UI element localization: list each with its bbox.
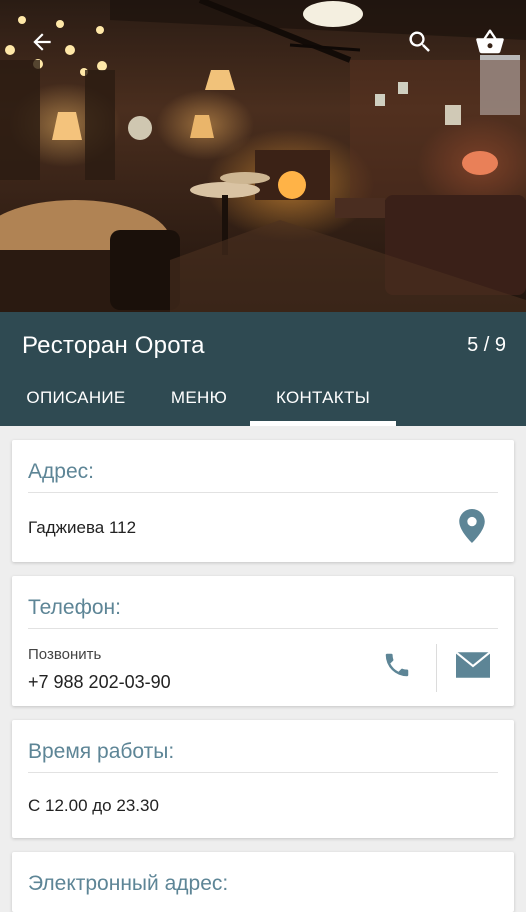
tab-selected-indicator xyxy=(250,421,396,426)
map-pin-icon xyxy=(459,508,485,548)
restaurant-photo-art xyxy=(0,0,526,312)
hours-value: С 12.00 до 23.30 xyxy=(28,796,159,815)
phone-number[interactable]: +7 988 202-03-90 xyxy=(28,672,171,693)
arrow-left-icon xyxy=(29,29,55,60)
envelope-icon xyxy=(455,650,491,683)
address-value: Гаджиева 112 xyxy=(28,518,137,537)
email-card: Электронный адрес: xyxy=(12,852,514,912)
phone-actions-divider xyxy=(436,644,437,692)
call-button[interactable] xyxy=(374,644,420,690)
email-heading: Электронный адрес: xyxy=(28,872,229,895)
show-on-map-button[interactable] xyxy=(450,506,494,550)
address-heading: Адрес: xyxy=(28,460,94,483)
photo-counter: 5 / 9 xyxy=(467,334,506,356)
back-button[interactable] xyxy=(20,22,64,66)
tab-description[interactable]: ОПИСАНИЕ xyxy=(14,372,138,426)
basket-button[interactable] xyxy=(468,22,512,66)
call-hint: Позвонить xyxy=(28,646,102,663)
tab-menu[interactable]: МЕНЮ xyxy=(160,372,238,426)
phone-heading-row: Телефон: xyxy=(28,576,498,629)
hours-heading: Время работы: xyxy=(28,740,175,763)
hours-heading-row: Время работы: xyxy=(28,720,498,773)
email-heading-row: Электронный адрес: xyxy=(28,852,498,904)
phone-heading: Телефон: xyxy=(28,596,121,619)
address-card: Адрес: Гаджиева 112 xyxy=(12,440,514,562)
phone-card: Телефон: Позвонить +7 988 202-03-90 xyxy=(12,576,514,706)
restaurant-photo xyxy=(0,0,526,312)
search-icon xyxy=(406,28,434,61)
tab-bar: ОПИСАНИЕ МЕНЮ КОНТАКТЫ xyxy=(0,372,526,426)
page-title: Ресторан Орота xyxy=(22,332,205,359)
phone-icon xyxy=(382,650,412,685)
address-heading-row: Адрес: xyxy=(28,440,498,493)
search-button[interactable] xyxy=(398,22,442,66)
message-button[interactable] xyxy=(450,644,496,690)
tab-contacts[interactable]: КОНТАКТЫ xyxy=(250,372,396,426)
app-bar: Ресторан Орота 5 / 9 ОПИСАНИЕ МЕНЮ КОНТА… xyxy=(0,312,526,426)
hours-card: Время работы: С 12.00 до 23.30 xyxy=(12,720,514,838)
basket-icon xyxy=(475,27,505,62)
